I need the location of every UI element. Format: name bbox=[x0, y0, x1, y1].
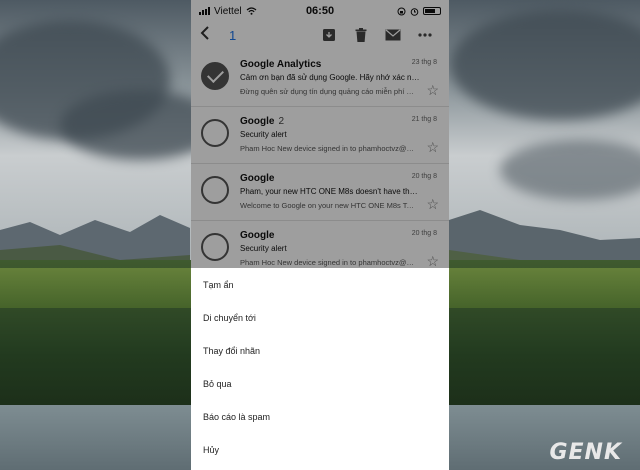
watermark-logo: GENK bbox=[549, 440, 622, 465]
ignore-option[interactable]: Bỏ qua bbox=[191, 367, 449, 400]
phone-screen: Viettel 06:50 1 Google Analytics 23 thg … bbox=[191, 0, 449, 470]
report-spam-option[interactable]: Báo cáo là spam bbox=[191, 400, 449, 433]
change-labels-option[interactable]: Thay đổi nhãn bbox=[191, 334, 449, 367]
cancel-option[interactable]: Hủy bbox=[191, 433, 449, 466]
snooze-option[interactable]: Tạm ẩn bbox=[191, 268, 449, 301]
move-to-option[interactable]: Di chuyển tới bbox=[191, 301, 449, 334]
modal-overlay[interactable] bbox=[191, 0, 449, 268]
action-sheet: Tạm ẩn Di chuyển tới Thay đổi nhãn Bỏ qu… bbox=[191, 268, 449, 470]
